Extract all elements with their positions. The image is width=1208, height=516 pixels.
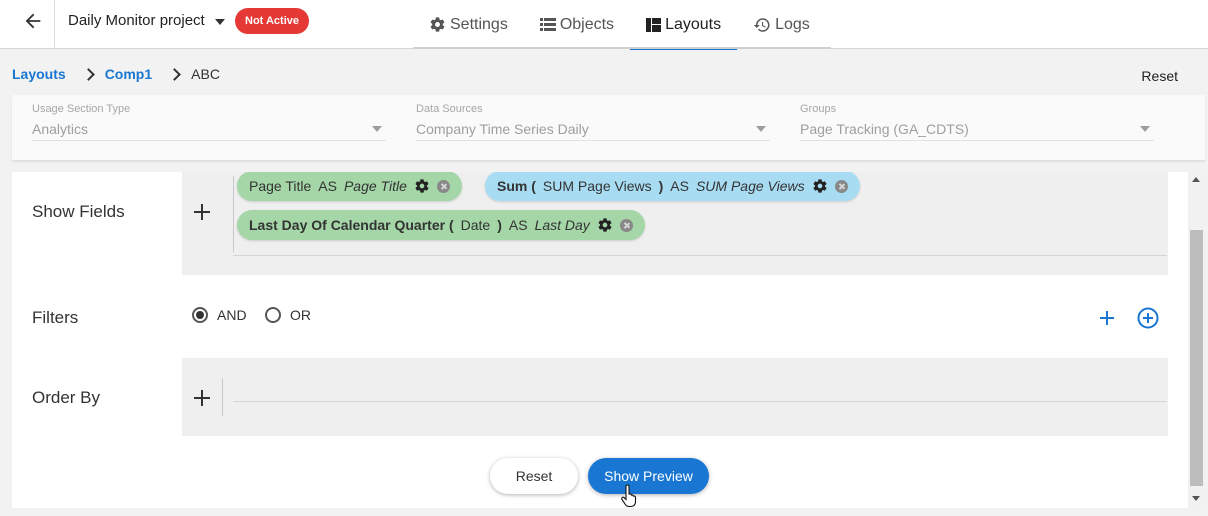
field-chip[interactable]: Last Day Of Calendar Quarter ( Date ) AS… xyxy=(237,210,645,240)
select-value: Analytics xyxy=(32,121,89,137)
reset-button[interactable]: Reset xyxy=(490,458,578,494)
gear-icon[interactable] xyxy=(414,178,430,194)
scroll-up-icon[interactable] xyxy=(1192,177,1200,182)
tab-settings[interactable]: Settings xyxy=(413,0,524,49)
select-value-wrap: Company Time Series Daily xyxy=(416,121,770,141)
chip-func: Last Day Of Calendar Quarter xyxy=(249,217,446,233)
chip-alias: SUM Page Views xyxy=(695,178,805,194)
layout-icon xyxy=(646,17,662,32)
remove-chip-icon[interactable] xyxy=(834,179,848,193)
field-chip[interactable]: Sum ( SUM Page Views ) AS SUM Page Views xyxy=(485,172,860,201)
chevron-right-icon xyxy=(168,67,182,81)
filters-title: Filters xyxy=(32,308,79,327)
select-value-wrap: Page Tracking (GA_CDTS) xyxy=(800,121,1154,141)
add-filter-icon[interactable] xyxy=(1097,308,1117,328)
project-selector[interactable]: Daily Monitor project xyxy=(68,12,225,29)
dropdown-arrow-icon xyxy=(1140,126,1150,132)
chip-paren-close: ) xyxy=(658,178,664,194)
chip-field: SUM Page Views xyxy=(542,178,652,194)
tab-label: Layouts xyxy=(665,15,722,33)
scrollbar[interactable] xyxy=(1188,172,1205,508)
tab-underline xyxy=(413,47,831,49)
order-by-title: Order By xyxy=(32,388,101,407)
caret-down-icon xyxy=(214,18,225,25)
add-filter-group-icon[interactable] xyxy=(1136,306,1160,330)
breadcrumb-comp1[interactable]: Comp1 xyxy=(105,66,152,82)
chip-as: AS xyxy=(670,178,689,194)
chip-as: AS xyxy=(508,217,528,233)
chevron-right-icon xyxy=(81,67,95,81)
underline xyxy=(233,401,1167,402)
data-sources-select[interactable]: Data Sources Company Time Series Daily xyxy=(416,103,770,141)
tab-objects[interactable]: Objects xyxy=(524,0,630,49)
top-bar: Daily Monitor project Not Active Setting… xyxy=(0,0,1208,50)
chip-alias: Page Title xyxy=(343,178,407,194)
radio-checked-icon xyxy=(192,307,208,323)
chip-as: AS xyxy=(318,178,337,194)
add-order-icon[interactable] xyxy=(192,388,212,408)
chip-func: Sum xyxy=(497,178,528,194)
radio-label: AND xyxy=(217,307,247,323)
breadcrumb-layouts[interactable]: Layouts xyxy=(12,66,66,82)
chip-field: Date xyxy=(460,217,491,233)
back-arrow-icon[interactable] xyxy=(22,10,44,32)
list-icon xyxy=(539,17,556,31)
select-value: Page Tracking (GA_CDTS) xyxy=(800,121,969,137)
tab-logs[interactable]: Logs xyxy=(737,0,826,49)
select-label: Data Sources xyxy=(416,103,483,115)
scrollbar-thumb[interactable] xyxy=(1190,230,1203,486)
dropdown-arrow-icon xyxy=(372,126,382,132)
radio-label: OR xyxy=(290,307,311,323)
select-label: Groups xyxy=(800,103,837,115)
radio-or[interactable]: OR xyxy=(265,307,311,323)
chip-paren-open: ( xyxy=(448,217,454,233)
tab-bar: Settings Objects Layouts Logs xyxy=(413,0,826,50)
dropdown-arrow-icon xyxy=(756,126,766,132)
chip-paren-close: ) xyxy=(497,217,502,233)
chip-paren-open: ( xyxy=(531,178,536,194)
groups-select[interactable]: Groups Page Tracking (GA_CDTS) xyxy=(800,103,1154,141)
status-badge: Not Active xyxy=(235,8,309,34)
remove-chip-icon[interactable] xyxy=(436,179,450,193)
selector-card: Usage Section Type Analytics Data Source… xyxy=(12,95,1205,161)
gear-icon[interactable] xyxy=(812,178,828,194)
tab-label: Logs xyxy=(775,15,810,33)
select-value: Company Time Series Daily xyxy=(416,121,589,137)
show-fields-title: Show Fields xyxy=(32,202,125,221)
history-icon xyxy=(753,17,770,32)
gear-icon[interactable] xyxy=(597,217,613,233)
gear-icon xyxy=(430,17,445,32)
tab-label: Settings xyxy=(450,15,508,33)
tab-label: Objects xyxy=(559,15,615,33)
divider xyxy=(233,176,234,252)
hand-cursor-icon xyxy=(621,484,637,508)
select-label: Usage Section Type xyxy=(32,103,131,115)
query-panel: Show Fields Page Title AS Page Title Sum… xyxy=(12,172,1188,508)
scroll-down-icon[interactable] xyxy=(1192,496,1200,501)
underline xyxy=(233,255,1167,256)
add-field-icon[interactable] xyxy=(192,202,212,222)
usage-section-type-select[interactable]: Usage Section Type Analytics xyxy=(32,103,386,141)
project-name: Daily Monitor project xyxy=(68,12,205,29)
show-preview-button[interactable]: Show Preview xyxy=(588,458,709,494)
divider xyxy=(54,0,55,48)
reset-link[interactable]: Reset xyxy=(1141,68,1178,84)
order-by-box xyxy=(182,358,1168,436)
chip-alias: Last Day xyxy=(534,217,590,233)
breadcrumb: Layouts Comp1 ABC xyxy=(12,66,220,82)
tab-layouts[interactable]: Layouts xyxy=(630,0,738,50)
select-value-wrap: Analytics xyxy=(32,121,386,141)
remove-chip-icon[interactable] xyxy=(619,218,633,232)
radio-and[interactable]: AND xyxy=(192,307,247,323)
divider xyxy=(222,378,223,416)
radio-unchecked-icon xyxy=(265,307,281,323)
field-chip[interactable]: Page Title AS Page Title xyxy=(237,172,462,201)
breadcrumb-current: ABC xyxy=(191,66,220,82)
chip-field: Page Title xyxy=(249,178,312,194)
